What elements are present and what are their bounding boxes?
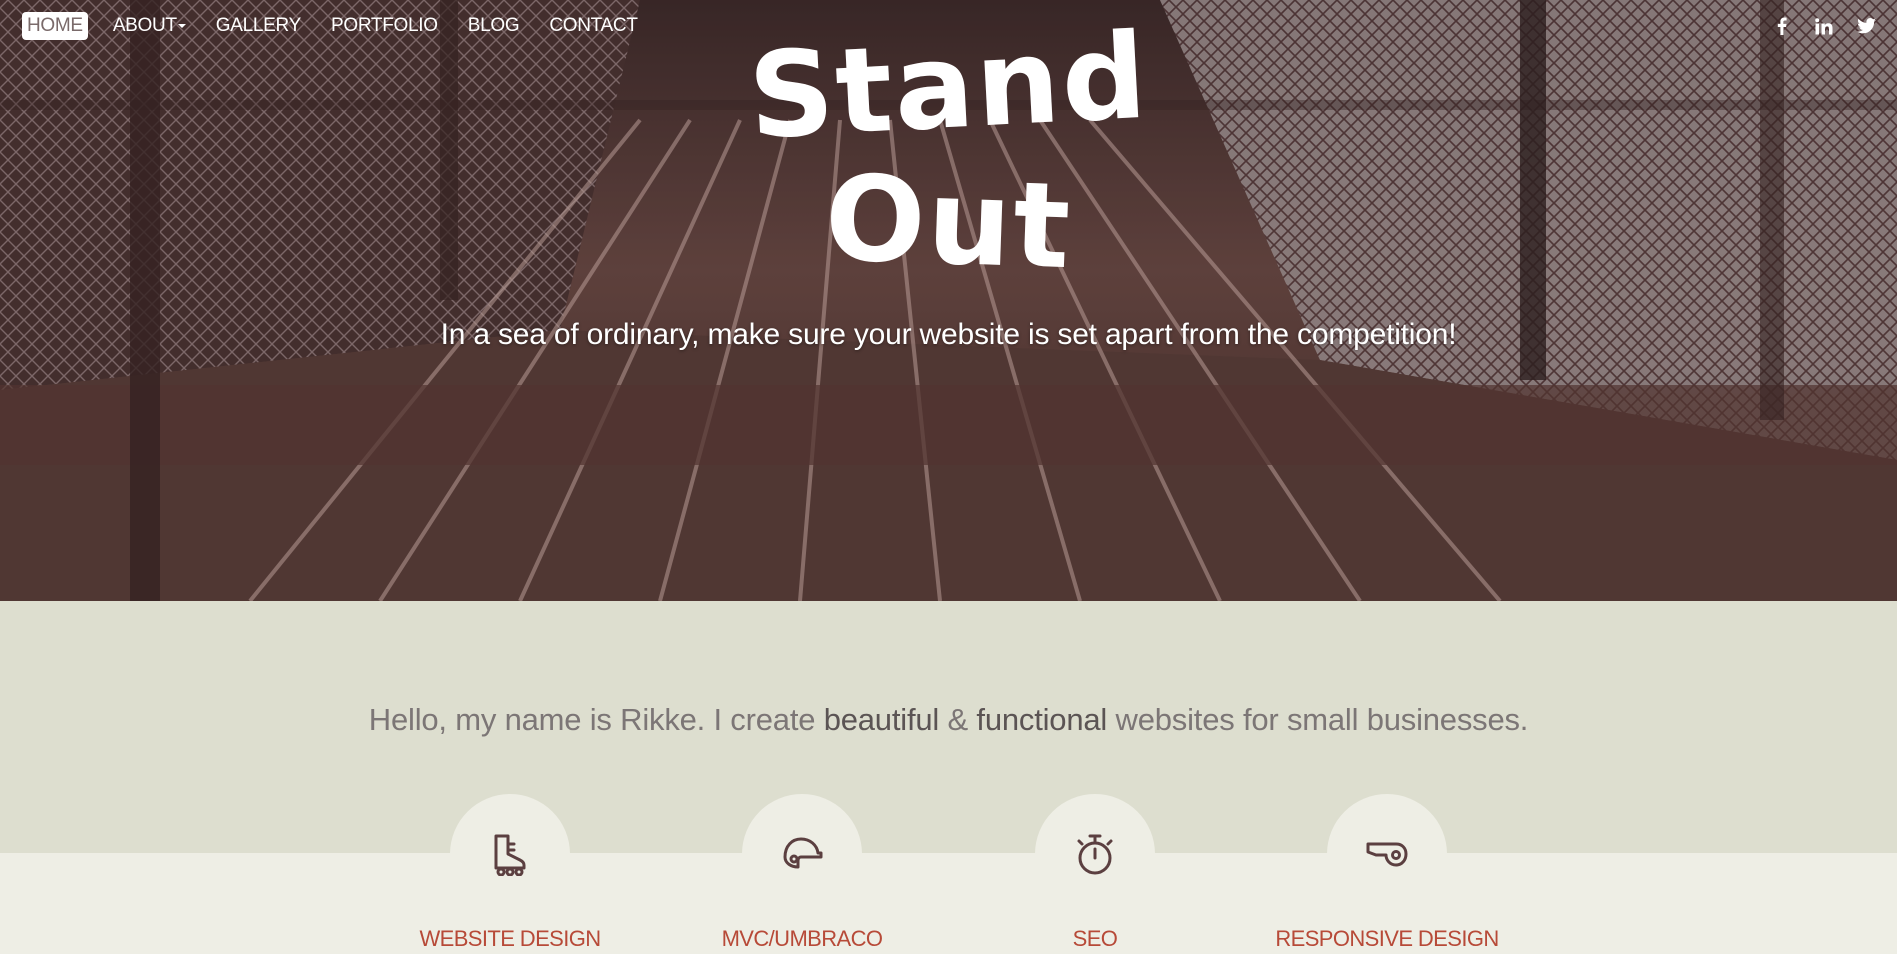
service-title: SEO [1072, 926, 1118, 951]
service-seo[interactable]: SEO [975, 794, 1215, 952]
intro-section: Hello, my name is Rikke. I create beauti… [0, 601, 1897, 853]
services-section [0, 853, 1897, 954]
service-icon-circle [1327, 794, 1447, 914]
helmet-icon [783, 837, 823, 869]
hero-tagline: In a sea of ordinary, make sure your web… [440, 318, 1457, 351]
service-icon-circle [1035, 794, 1155, 914]
page: HOME ABOUT GALLERY PORTFOLIO BLOG CONTAC… [0, 0, 1897, 954]
service-title: MVC/UMBRACO [721, 926, 883, 951]
whistle-icon [1366, 842, 1408, 867]
hero-section: HOME ABOUT GALLERY PORTFOLIO BLOG CONTAC… [0, 0, 1897, 601]
intro-part2: & [939, 702, 977, 737]
service-mvc-umbraco[interactable]: MVC/UMBRACO [682, 794, 922, 952]
service-website-design[interactable]: WEBSITE DESIGN [390, 794, 630, 952]
service-title: RESPONSIVE DESIGN [1275, 926, 1499, 951]
roller-skate-icon [494, 834, 526, 876]
intro-text: Hello, my name is Rikke. I create beauti… [0, 702, 1897, 738]
stopwatch-icon [1077, 834, 1113, 875]
service-title: WEBSITE DESIGN [419, 926, 601, 951]
service-icon-circle [742, 794, 862, 914]
intro-part3: websites for small businesses. [1107, 702, 1529, 737]
service-icon-circle [450, 794, 570, 914]
service-responsive-design[interactable]: RESPONSIVE DESIGN [1267, 794, 1507, 952]
hero-title: Stand Out [0, 7, 1897, 296]
intro-emphasis-functional: functional [976, 702, 1108, 737]
intro-part1: Hello, my name is Rikke. I create [368, 702, 824, 737]
intro-emphasis-beautiful: beautiful [823, 702, 940, 737]
